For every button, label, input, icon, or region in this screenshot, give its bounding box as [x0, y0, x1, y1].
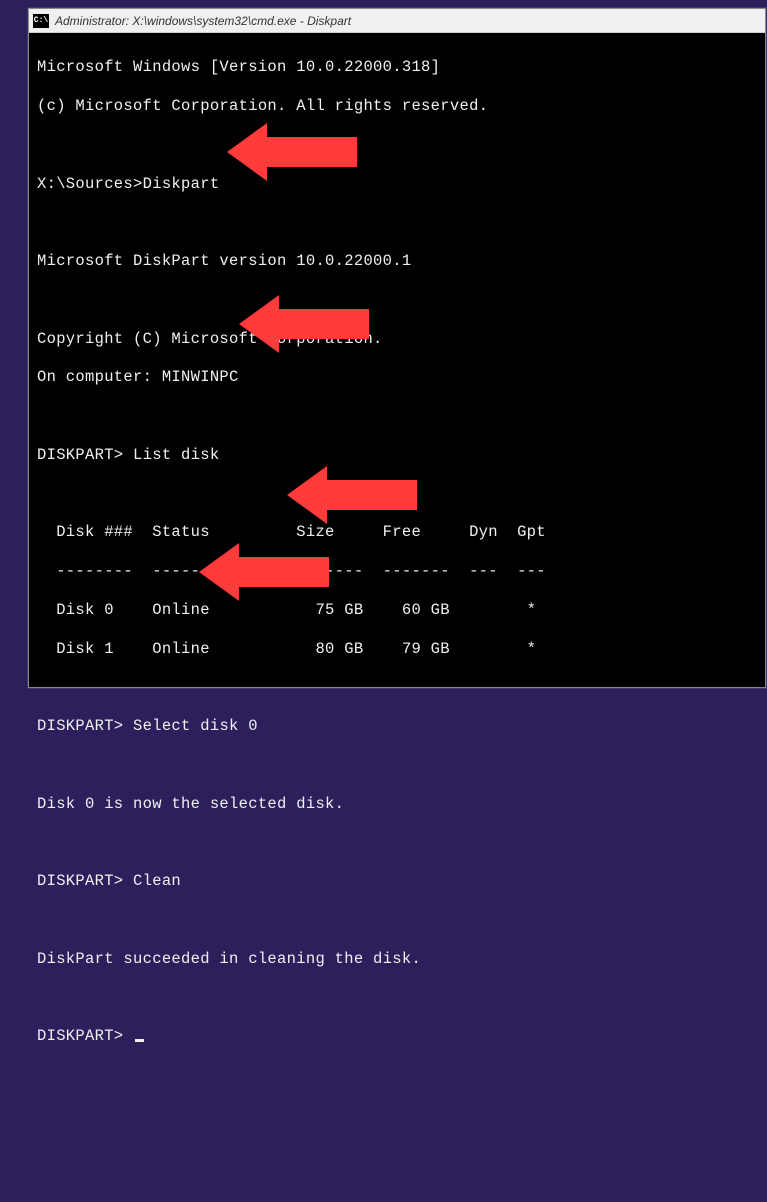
os-version-line: Microsoft Windows [Version 10.0.22000.31… [37, 58, 757, 77]
table-row: Disk 1 Online 80 GB 79 GB * [37, 640, 757, 659]
diskpart-prompt: DISKPART> [37, 446, 123, 464]
prompt-line-3: DISKPART> Select disk 0 [37, 717, 757, 736]
cmd-select-disk: Select disk 0 [133, 717, 258, 735]
cmd-clean: Clean [133, 872, 181, 890]
diskpart-prompt: DISKPART> [37, 717, 123, 735]
prompt-line-1: X:\Sources>Diskpart [37, 175, 757, 194]
diskpart-prompt: DISKPART> [37, 1027, 123, 1045]
prompt-line-5: DISKPART> [37, 1027, 757, 1046]
window-titlebar[interactable]: C:\ Administrator: X:\windows\system32\c… [29, 9, 765, 33]
table-row: Disk 0 Online 75 GB 60 GB * [37, 601, 757, 620]
cmd-window: C:\ Administrator: X:\windows\system32\c… [28, 8, 766, 688]
computer-line: On computer: MINWINPC [37, 368, 757, 387]
window-title: Administrator: X:\windows\system32\cmd.e… [55, 14, 351, 28]
prompt-line-2: DISKPART> List disk [37, 446, 757, 465]
terminal-area[interactable]: Microsoft Windows [Version 10.0.22000.31… [29, 33, 765, 687]
result-select-disk: Disk 0 is now the selected disk. [37, 795, 757, 814]
sources-prompt: X:\Sources> [37, 175, 143, 193]
diskpart-prompt: DISKPART> [37, 872, 123, 890]
diskpart-copyright-line: Copyright (C) Microsoft Corporation. [37, 330, 757, 349]
prompt-line-4: DISKPART> Clean [37, 872, 757, 891]
diskpart-version-line: Microsoft DiskPart version 10.0.22000.1 [37, 252, 757, 271]
cmd-list-disk: List disk [133, 446, 219, 464]
result-clean: DiskPart succeeded in cleaning the disk. [37, 950, 757, 969]
table-header: Disk ### Status Size Free Dyn Gpt [37, 523, 757, 542]
cursor [135, 1039, 144, 1042]
cmd-icon: C:\ [33, 14, 49, 28]
copyright-line: (c) Microsoft Corporation. All rights re… [37, 97, 757, 116]
table-divider: -------- ------------- ------- ------- -… [37, 562, 757, 581]
cmd-diskpart: Diskpart [143, 175, 220, 193]
